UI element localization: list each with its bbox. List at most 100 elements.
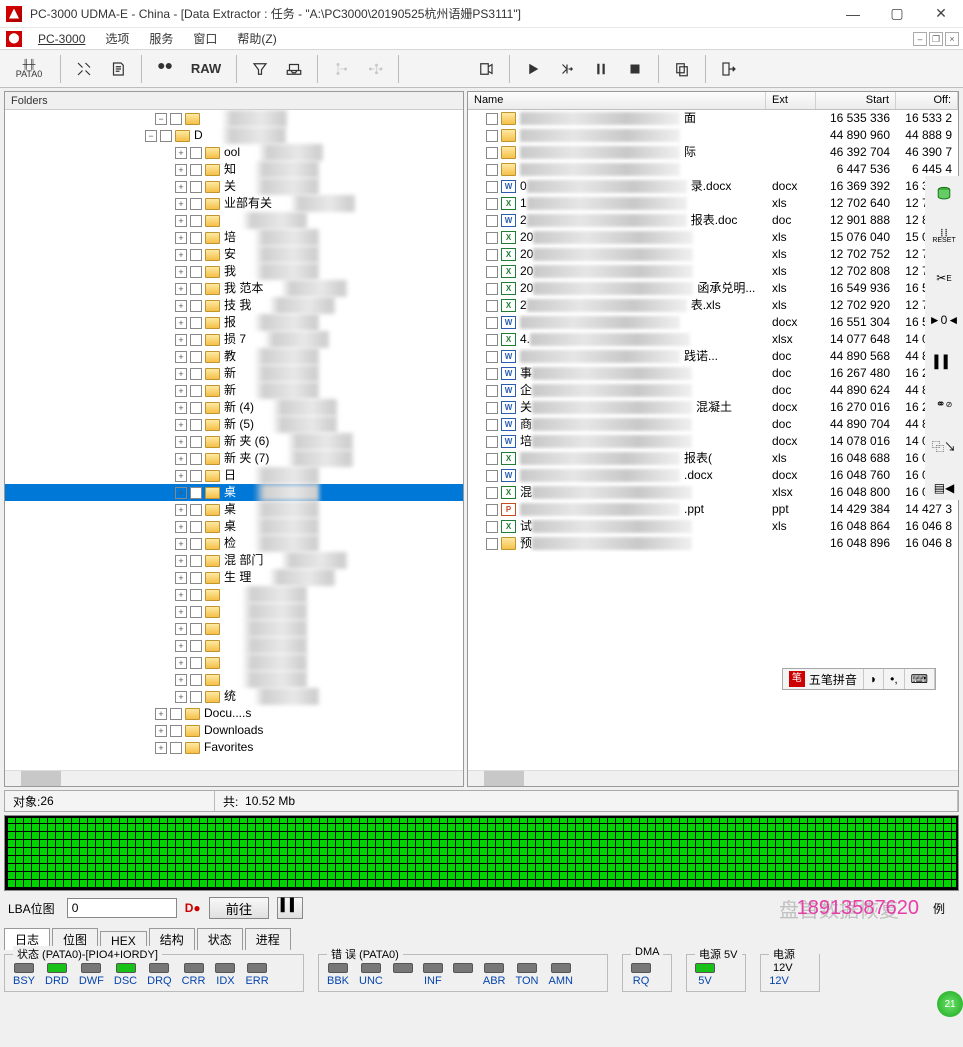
tree-row[interactable]: 我	[5, 263, 463, 280]
mdi-minimize-button[interactable]: –	[913, 32, 927, 46]
play-button[interactable]	[518, 54, 548, 84]
export-button[interactable]	[471, 54, 501, 84]
list-row[interactable]: 面16 535 33616 533 2	[468, 110, 958, 127]
list-row[interactable]: 20函承兑明...xls16 549 93616 547 8	[468, 280, 958, 297]
tree-row[interactable]: 生 理	[5, 569, 463, 586]
stop-button[interactable]	[620, 54, 650, 84]
list-row[interactable]: 20xls12 702 75212 700 7	[468, 246, 958, 263]
tree-row[interactable]: 桌	[5, 518, 463, 535]
tree-row[interactable]	[5, 637, 463, 654]
menu-app[interactable]: PC-3000	[28, 30, 95, 48]
list-row[interactable]: 2报表.docdoc12 901 88812 899 8	[468, 212, 958, 229]
tree-hscroll[interactable]	[5, 770, 463, 786]
tray-button[interactable]	[279, 54, 309, 84]
tree-row[interactable]: 检	[5, 535, 463, 552]
legend-label[interactable]: 例	[933, 900, 945, 917]
tree-row[interactable]: 我 范本	[5, 280, 463, 297]
tree-row[interactable]: D	[5, 127, 463, 144]
ime-punct-icon[interactable]: •,	[884, 669, 905, 689]
list-row[interactable]: 践诺...doc44 890 56844 888 5	[468, 348, 958, 365]
tree-row[interactable]: 新 夹 (6)	[5, 433, 463, 450]
tree-row[interactable]: 新	[5, 382, 463, 399]
goto-button[interactable]: 前往	[209, 897, 270, 919]
minimize-button[interactable]: —	[831, 0, 875, 28]
tree-row[interactable]: 新 夹 (7)	[5, 450, 463, 467]
list-row[interactable]: 44 890 96044 888 9	[468, 127, 958, 144]
tree-row[interactable]: 业部有关	[5, 195, 463, 212]
list-row[interactable]: 0录.docxdocx16 369 39216 367 3	[468, 178, 958, 195]
exit-button[interactable]	[714, 54, 744, 84]
list-row[interactable]: .pptppt14 429 38414 427 3	[468, 501, 958, 518]
tree-row[interactable]: 混 部门	[5, 552, 463, 569]
menu-help[interactable]: 帮助(Z)	[227, 28, 286, 49]
list-row[interactable]: 20xls12 702 80812 700 7	[468, 263, 958, 280]
side-pause-icon[interactable]: ▍▍	[931, 350, 957, 374]
ime-toolbar[interactable]: 笔五笔拼音 ◗ •, ⌨	[782, 668, 936, 690]
tree-row[interactable]: 新 (5)	[5, 416, 463, 433]
tree-row[interactable]: 新 (4)	[5, 399, 463, 416]
tree-row[interactable]	[5, 671, 463, 688]
col-ext[interactable]: Ext	[766, 92, 816, 109]
tree-row[interactable]: 桌	[5, 501, 463, 518]
list-row[interactable]: 混xlsx16 048 80016 046 7	[468, 484, 958, 501]
hierarchy-button[interactable]	[326, 54, 356, 84]
tree-row[interactable]: 新	[5, 365, 463, 382]
side-ruler-icon[interactable]: ▤◀	[931, 476, 957, 500]
list-row[interactable]: 20xls15 076 04015 073 9	[468, 229, 958, 246]
tree-row[interactable]: 安	[5, 246, 463, 263]
list-row[interactable]: 际46 392 70446 390 7	[468, 144, 958, 161]
copy-button[interactable]	[667, 54, 697, 84]
lba-input[interactable]	[67, 898, 177, 918]
nodes-button[interactable]	[360, 54, 390, 84]
disk-map[interactable]	[4, 815, 959, 891]
list-row[interactable]: 企doc44 890 62444 888 5	[468, 382, 958, 399]
search-button[interactable]	[150, 54, 180, 84]
pause-button[interactable]	[586, 54, 616, 84]
step-button[interactable]	[552, 54, 582, 84]
list-row[interactable]: 2表.xlsxls12 702 92012 700 8	[468, 297, 958, 314]
tree-row[interactable]	[5, 603, 463, 620]
tree-row[interactable]	[5, 620, 463, 637]
tree-row[interactable]: 教	[5, 348, 463, 365]
tree-row[interactable]: 培	[5, 229, 463, 246]
tab-状态[interactable]: 状态	[197, 928, 243, 950]
side-copy-icon[interactable]: ⿻↘	[931, 434, 957, 458]
maximize-button[interactable]: ▢	[875, 0, 919, 28]
menu-window[interactable]: 窗口	[183, 28, 227, 49]
close-button[interactable]: ✕	[919, 0, 963, 28]
tree-row[interactable]: ool	[5, 144, 463, 161]
tree-row[interactable]: 桌	[5, 484, 463, 501]
list-row[interactable]: 1xls12 702 64012 700 5	[468, 195, 958, 212]
port-button[interactable]: ╫╫PATA0	[6, 54, 52, 84]
tools-button[interactable]	[69, 54, 99, 84]
list-row[interactable]: 报表(xls16 048 68816 046 6	[468, 450, 958, 467]
list-row[interactable]: 关混凝土docx16 270 01616 267 9	[468, 399, 958, 416]
raw-button[interactable]: RAW	[184, 54, 228, 84]
tree-row[interactable]: 损 7	[5, 331, 463, 348]
ime-keyboard-icon[interactable]: ⌨	[905, 669, 935, 689]
list-row[interactable]: 6 447 5366 445 4	[468, 161, 958, 178]
tree-row[interactable]	[5, 654, 463, 671]
menu-options[interactable]: 选项	[95, 28, 139, 49]
tree-row[interactable]	[5, 586, 463, 603]
tree-row[interactable]: Docu....s	[5, 705, 463, 722]
side-cut-icon[interactable]: ✂E	[931, 266, 957, 290]
list-row[interactable]: docx16 551 30416 549 2	[468, 314, 958, 331]
side-chain-icon[interactable]: ⚭⊘	[931, 392, 957, 416]
mdi-close-button[interactable]: ×	[945, 32, 959, 46]
menu-service[interactable]: 服务	[139, 28, 183, 49]
list-row[interactable]: .docxdocx16 048 76016 046 7	[468, 467, 958, 484]
list-row[interactable]: 试xls16 048 86416 046 8	[468, 518, 958, 535]
side-measure-icon[interactable]: ►0◄	[931, 308, 957, 332]
tree-row[interactable]	[5, 110, 463, 127]
tree-row[interactable]	[5, 212, 463, 229]
tree-row[interactable]: Downloads	[5, 722, 463, 739]
notification-badge[interactable]: 21	[937, 991, 963, 1017]
list-row[interactable]: 事doc16 267 48016 265 4	[468, 365, 958, 382]
list-row[interactable]: 4.xlsx14 077 64814 075 6	[468, 331, 958, 348]
col-start[interactable]: Start	[816, 92, 896, 109]
side-disk-icon[interactable]	[931, 182, 957, 206]
tree-row[interactable]: 关	[5, 178, 463, 195]
col-name[interactable]: Name	[468, 92, 766, 109]
tree-row[interactable]: 知	[5, 161, 463, 178]
